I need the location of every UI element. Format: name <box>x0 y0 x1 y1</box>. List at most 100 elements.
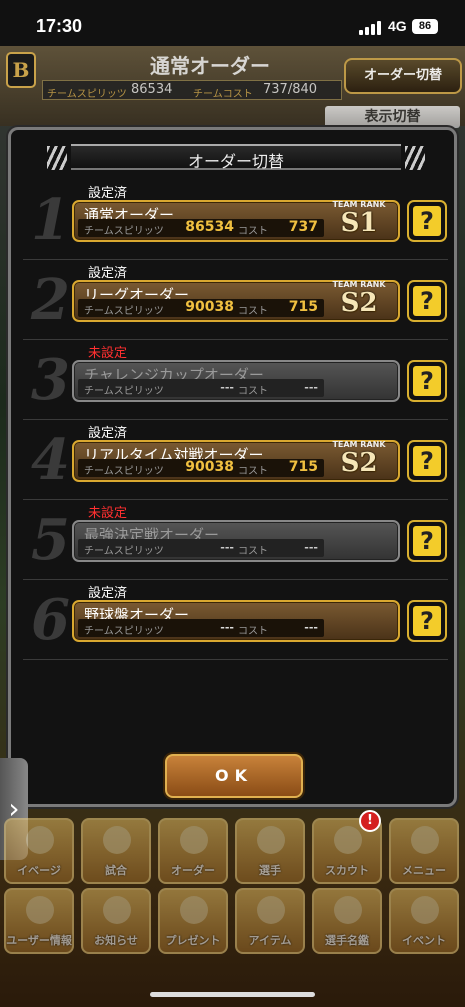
scout-icon <box>334 826 362 854</box>
menu-order[interactable]: オーダー <box>158 818 228 884</box>
order-stats: チームスピリッツ --- コスト --- <box>78 619 324 637</box>
team-rank-value: S2 <box>340 448 378 478</box>
signal-icon <box>359 21 381 35</box>
order-switch-button[interactable]: オーダー切替 <box>344 58 462 94</box>
team-logo: B <box>6 52 36 88</box>
cost-label: コスト <box>238 226 268 237</box>
cost-value: --- <box>304 381 318 394</box>
header-spirits-value: 86534 <box>131 82 173 97</box>
order-button[interactable]: リーグオーダー チームスピリッツ 90038 コスト 715 TEAM RANK… <box>72 280 400 322</box>
menu-game[interactable]: 試合 <box>81 818 151 884</box>
team-rank-value: S2 <box>340 288 378 318</box>
order-row: 2 設定済 リーグオーダー チームスピリッツ 90038 コスト 715 TEA… <box>23 260 448 340</box>
menu-label: スカウト <box>325 864 369 877</box>
cost-value: 715 <box>288 459 318 475</box>
spirits-label: チームスピリッツ <box>84 626 164 637</box>
question-icon: ? <box>413 526 441 556</box>
question-icon: ? <box>413 286 441 316</box>
news-icon <box>103 896 131 924</box>
dialog-header: オーダー切替 <box>47 144 425 171</box>
help-button[interactable]: ? <box>407 520 447 562</box>
scout-notification-badge: ! <box>359 810 381 832</box>
order-number: 4 <box>31 427 70 493</box>
help-button[interactable]: ? <box>407 360 447 402</box>
question-icon: ? <box>413 606 441 636</box>
order-number: 1 <box>31 187 70 253</box>
help-button[interactable]: ? <box>407 600 447 642</box>
cost-value: --- <box>304 541 318 554</box>
order-row: 6 設定済 野球盤オーダー チームスピリッツ --- コスト --- ? <box>23 580 448 660</box>
spirits-label: チームスピリッツ <box>84 386 164 397</box>
menu-user-info[interactable]: ユーザー情報 <box>4 888 74 954</box>
main-menu-top: イベージ 試合 オーダー 選手 スカウト メニュー <box>0 818 465 890</box>
help-button[interactable]: ? <box>407 440 447 482</box>
display-switch-button[interactable]: 表示切替 <box>325 106 460 128</box>
header-stripe-right <box>405 146 425 170</box>
order-button[interactable]: 野球盤オーダー チームスピリッツ --- コスト --- <box>72 600 400 642</box>
order-button[interactable]: 通常オーダー チームスピリッツ 86534 コスト 737 TEAM RANK … <box>72 200 400 242</box>
cost-value: 715 <box>288 299 318 315</box>
help-button[interactable]: ? <box>407 200 447 242</box>
team-rank: TEAM RANK S2 <box>328 440 390 482</box>
status-bar: 17:30 4G 86 <box>0 0 465 46</box>
menu-top-page[interactable]: イベージ <box>4 818 74 884</box>
spirits-value: --- <box>220 621 234 634</box>
menu-players[interactable]: 選手 <box>235 818 305 884</box>
status-time: 17:30 <box>36 16 83 36</box>
menu-label: ユーザー情報 <box>6 934 72 947</box>
menu-label: メニュー <box>402 864 446 877</box>
baseball-icon <box>411 896 439 924</box>
order-stats: チームスピリッツ 90038 コスト 715 <box>78 459 324 477</box>
spirits-label: チームスピリッツ <box>84 306 164 317</box>
spirits-value: --- <box>220 541 234 554</box>
battery-icon: 86 <box>412 19 438 34</box>
order-number: 2 <box>31 267 70 333</box>
cost-label: コスト <box>238 466 268 477</box>
help-button[interactable]: ? <box>407 280 447 322</box>
main-menu-bottom: ユーザー情報 お知らせ プレゼント アイテム 選手名鑑 イベント <box>0 888 465 960</box>
gift-icon <box>180 896 208 924</box>
team-rank: TEAM RANK S1 <box>328 200 390 242</box>
menu-event[interactable]: イベント <box>389 888 459 954</box>
spirits-value: 86534 <box>185 219 234 235</box>
menu-label: イベント <box>402 934 446 947</box>
question-icon: ? <box>413 366 441 396</box>
home-indicator[interactable] <box>150 992 315 997</box>
spirits-label: チームスピリッツ <box>84 546 164 557</box>
batter-icon <box>334 896 362 924</box>
menu-player-directory[interactable]: 選手名鑑 <box>312 888 382 954</box>
menu-label: 選手名鑑 <box>325 934 369 947</box>
team-rank: TEAM RANK S2 <box>328 280 390 322</box>
order-stats: チームスピリッツ --- コスト --- <box>78 539 324 557</box>
dialog-title: オーダー切替 <box>187 152 284 171</box>
item-icon <box>257 896 285 924</box>
order-stats: チームスピリッツ 90038 コスト 715 <box>78 299 324 317</box>
page-title: 通常オーダー <box>150 54 270 78</box>
header-stripe-left <box>47 146 67 170</box>
menu-character-icon <box>411 826 439 854</box>
team-rank-value: S1 <box>340 208 378 238</box>
cost-value: 737 <box>288 219 318 235</box>
cost-label: コスト <box>238 306 268 317</box>
spirits-value: 90038 <box>185 299 234 315</box>
order-button[interactable]: リアルタイム対戦オーダー チームスピリッツ 90038 コスト 715 TEAM… <box>72 440 400 482</box>
menu-label: イベージ <box>17 864 61 877</box>
menu-items[interactable]: アイテム <box>235 888 305 954</box>
order-state: 未設定 <box>88 346 128 361</box>
order-button[interactable]: チャレンジカップオーダー チームスピリッツ --- コスト --- <box>72 360 400 402</box>
order-row: 4 設定済 リアルタイム対戦オーダー チームスピリッツ 90038 コスト 71… <box>23 420 448 500</box>
menu-present[interactable]: プレゼント <box>158 888 228 954</box>
order-state: 設定済 <box>88 266 128 281</box>
menu-label: お知らせ <box>94 934 138 947</box>
menu-news[interactable]: お知らせ <box>81 888 151 954</box>
ok-button[interactable]: OK <box>165 754 303 798</box>
order-button[interactable]: 最強決定戦オーダー チームスピリッツ --- コスト --- <box>72 520 400 562</box>
menu-menu[interactable]: メニュー <box>389 818 459 884</box>
order-row: 5 未設定 最強決定戦オーダー チームスピリッツ --- コスト --- ? <box>23 500 448 580</box>
spirits-label: チームスピリッツ <box>84 466 164 477</box>
order-row: 1 設定済 通常オーダー チームスピリッツ 86534 コスト 737 TEAM… <box>23 180 448 260</box>
cost-label: コスト <box>238 386 268 397</box>
spirits-value: 90038 <box>185 459 234 475</box>
cost-label: コスト <box>238 546 268 557</box>
question-icon: ? <box>413 446 441 476</box>
